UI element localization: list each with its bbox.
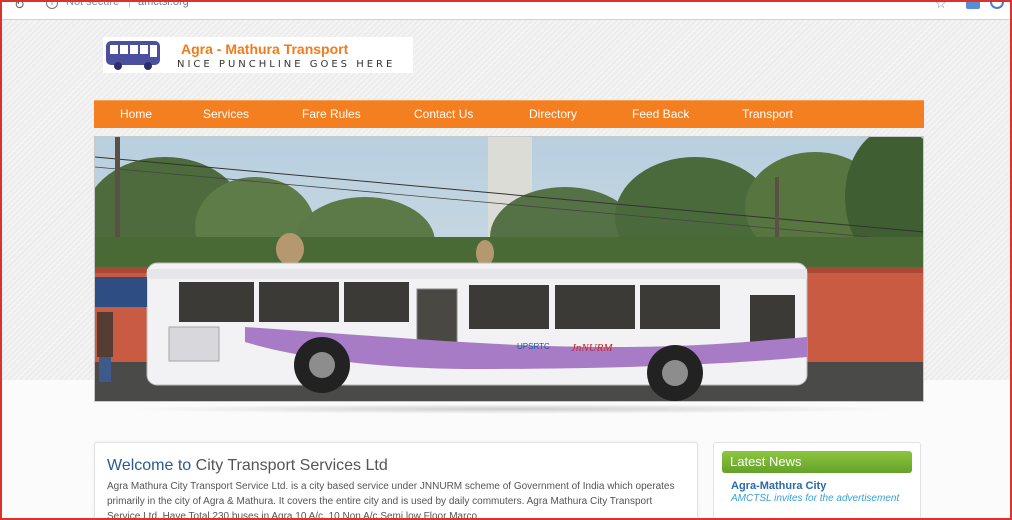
welcome-heading-rest: City Transport Services Ltd: [195, 457, 388, 474]
latest-news-panel: Latest News Agra-Mathura City AMCTSL inv…: [713, 442, 921, 520]
bus-logo-icon: [106, 41, 160, 70]
extension-icon[interactable]: [966, 0, 980, 9]
bus-marking-upsrtc: UPSRTC: [517, 342, 550, 351]
nav-item-directory[interactable]: Directory: [529, 107, 577, 121]
welcome-body-text: Agra Mathura City Transport Service Ltd.…: [107, 481, 675, 520]
hero-banner-image: UPSRTC JnNURM: [94, 136, 924, 402]
nav-item-transport[interactable]: Transport: [742, 107, 793, 121]
latest-news-heading: Latest News: [722, 451, 912, 473]
nav-item-services[interactable]: Services: [203, 107, 249, 121]
main-navigation: Home Services Fare Rules Contact Us Dire…: [94, 100, 924, 128]
welcome-panel: Welcome to City Transport Services Ltd A…: [94, 442, 698, 520]
nav-item-feed-back[interactable]: Feed Back: [632, 107, 689, 121]
url-separator: |: [128, 0, 131, 8]
browser-toolbar: ↻ i Not secure | amctsl.org ☆: [2, 0, 1010, 20]
security-label[interactable]: Not secure: [66, 0, 119, 8]
address-bar[interactable]: amctsl.org: [138, 0, 189, 8]
nav-item-home[interactable]: Home: [120, 107, 152, 121]
site-title: Agra - Mathura Transport: [181, 41, 349, 57]
news-item-description[interactable]: AMCTSL invites for the advertisement: [731, 492, 911, 506]
bus-photo: UPSRTC JnNURM: [95, 137, 923, 401]
welcome-heading-lead: Welcome to: [107, 457, 192, 474]
nav-item-fare-rules[interactable]: Fare Rules: [302, 107, 361, 121]
welcome-heading: Welcome to City Transport Services Ltd: [107, 457, 388, 475]
hero-shadow: [120, 404, 900, 414]
bookmark-star-icon[interactable]: ☆: [935, 0, 947, 12]
reload-icon[interactable]: ↻: [14, 0, 25, 13]
news-item-title[interactable]: Agra-Mathura City: [731, 480, 826, 492]
info-icon[interactable]: i: [46, 0, 58, 9]
nav-item-contact-us[interactable]: Contact Us: [414, 107, 473, 121]
site-logo[interactable]: Agra - Mathura Transport NICE PUNCHLINE …: [103, 37, 413, 73]
bus-marking-jnnurm: JnNURM: [571, 342, 613, 354]
site-tagline: NICE PUNCHLINE GOES HERE: [177, 59, 396, 70]
profile-icon[interactable]: [990, 0, 1004, 9]
